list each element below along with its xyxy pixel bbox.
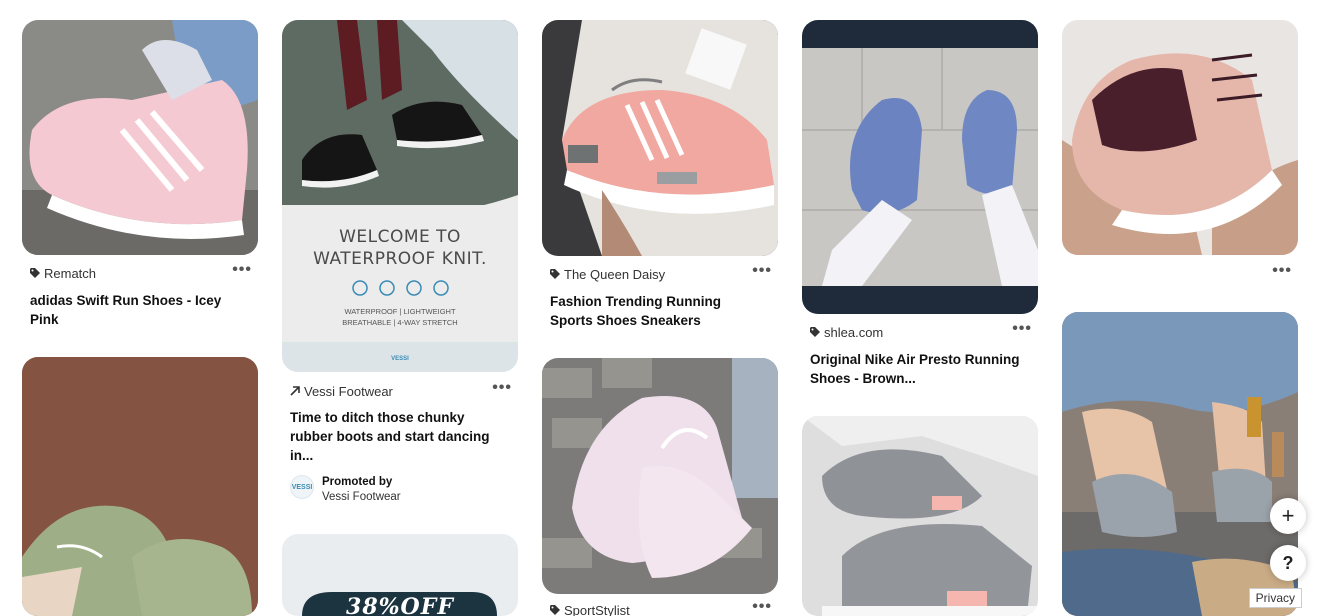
ad-features: WATERPROOF | LIGHTWEIGHT BREATHABLE | 4-… <box>342 307 458 327</box>
pin-source[interactable]: Vessi Footwear <box>290 384 393 399</box>
plus-icon: + <box>1281 503 1295 528</box>
pin-source[interactable]: SportStylist <box>550 603 630 616</box>
more-options-icon[interactable]: ••• <box>232 261 252 279</box>
pin-source[interactable]: The Queen Daisy <box>550 267 665 282</box>
pin-image-nmd-grey[interactable] <box>802 416 1038 616</box>
source-label: Vessi Footwear <box>304 384 393 399</box>
pin-image-discount-ad[interactable]: 38%OFF <box>282 534 518 616</box>
ad-heading: WELCOME TO WATERPROOF KNIT. <box>313 227 487 269</box>
pin-title[interactable]: Time to ditch those chunky rubber boots … <box>290 408 500 465</box>
privacy-link[interactable]: Privacy <box>1248 588 1302 608</box>
advertiser-avatar[interactable]: VESSI <box>290 475 314 499</box>
ad-logo: VESSI <box>391 356 409 362</box>
pin-source[interactable]: Rematch <box>30 266 96 281</box>
tag-icon <box>550 267 560 282</box>
pin-title[interactable]: Original Nike Air Presto Running Shoes -… <box>810 350 1020 388</box>
pin-title[interactable]: Fashion Trending Running Sports Shoes Sn… <box>550 292 760 330</box>
pin-image-nmd-pink[interactable] <box>542 20 778 256</box>
promoted-label: Promoted by <box>322 476 393 488</box>
help-icon: ? <box>1282 552 1294 573</box>
source-label: SportStylist <box>564 603 630 616</box>
tag-icon <box>810 325 820 340</box>
source-label: The Queen Daisy <box>564 267 666 282</box>
help-button[interactable]: ? <box>1270 545 1306 581</box>
more-options-icon[interactable]: ••• <box>492 379 512 397</box>
add-button[interactable]: + <box>1270 498 1306 534</box>
tag-icon <box>30 266 40 281</box>
external-link-icon <box>290 384 300 399</box>
more-options-icon[interactable]: ••• <box>1012 320 1032 338</box>
pin-image-nike-presto-blue[interactable] <box>802 20 1038 314</box>
pin-image-vessi-ad[interactable]: WELCOME TO WATERPROOF KNIT. WATERPROOF |… <box>282 20 518 372</box>
tag-icon <box>550 603 560 616</box>
more-options-icon[interactable]: ••• <box>752 262 772 280</box>
pin-title[interactable]: adidas Swift Run Shoes - Icey Pink <box>30 291 240 329</box>
source-label: shlea.com <box>824 325 884 340</box>
pin-image-pink-epic-react[interactable] <box>542 358 778 594</box>
advertiser-name: Vessi Footwear <box>322 491 401 503</box>
pin-source[interactable]: shlea.com <box>810 325 883 340</box>
pin-image-green-sneakers[interactable] <box>22 357 258 616</box>
pin-image-adidas-swift-run[interactable] <box>22 20 258 255</box>
more-options-icon[interactable]: ••• <box>1272 262 1292 280</box>
promoted-by[interactable]: VESSI Promoted by Vessi Footwear <box>290 475 401 505</box>
more-options-icon[interactable]: ••• <box>752 598 772 616</box>
discount-text: 38%OFF <box>346 594 454 616</box>
pin-image-tbar-heels[interactable] <box>1062 312 1298 616</box>
pin-image-presto-plum[interactable] <box>1062 20 1298 255</box>
source-label: Rematch <box>44 266 97 281</box>
